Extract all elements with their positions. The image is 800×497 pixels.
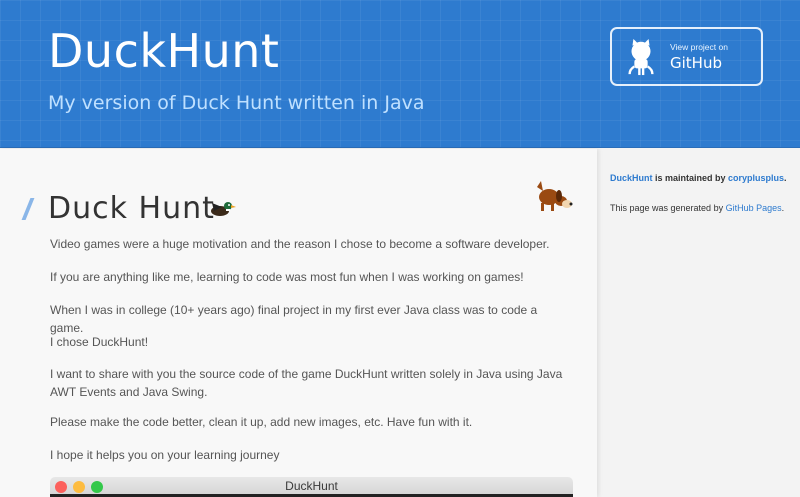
intro-paragraph-6: Please make the code better, clean it up… [50,415,473,429]
game-screenshot-window: DuckHunt [50,477,573,497]
maintainer-suffix: . [784,173,787,183]
intro-paragraph-5: I want to share with you the source code… [50,367,563,399]
github-pages-link[interactable]: GitHub Pages [726,203,782,213]
site-title[interactable]: DuckHunt [48,24,279,78]
intro-paragraph-1: Video games were a huge motivation and t… [50,237,550,251]
intro-paragraph-2: If you are anything like me, learning to… [50,270,524,284]
site-tagline: My version of Duck Hunt written in Java [48,92,425,114]
intro-paragraph-4: I chose DuckHunt! [50,335,149,349]
generated-info: This page was generated by GitHub Pages. [610,202,790,214]
page-heading: Duck Hunt [48,191,215,226]
maintainer-link[interactable]: coryplusplus [728,173,784,183]
github-button-small-label: View project on [670,41,728,52]
intro-paragraph-3: When I was in college (10+ years ago) fi… [50,303,538,335]
window-title: DuckHunt [285,479,338,493]
intro-paragraph-7: I hope it helps you on your learning jou… [50,448,280,462]
main-content: Duck Hunt Video games were a huge motiva… [0,149,597,497]
site-header: DuckHunt My version of Duck Hunt written… [0,0,800,148]
maintainer-info: DuckHunt is maintained by coryplusplus. [610,172,790,184]
generated-suffix: . [781,203,785,213]
generated-text: This page was generated by [610,203,726,213]
duck-icon [211,202,236,216]
sidebar: DuckHunt is maintained by coryplusplus. … [610,172,790,214]
project-link[interactable]: DuckHunt [610,173,653,183]
github-octocat-icon [628,38,654,75]
maintained-text: is maintained by [652,173,729,183]
heading-slash-decoration [21,198,35,220]
dog-icon [537,181,573,211]
view-on-github-button[interactable]: View project on GitHub [610,27,763,86]
github-button-big-label: GitHub [670,53,722,72]
